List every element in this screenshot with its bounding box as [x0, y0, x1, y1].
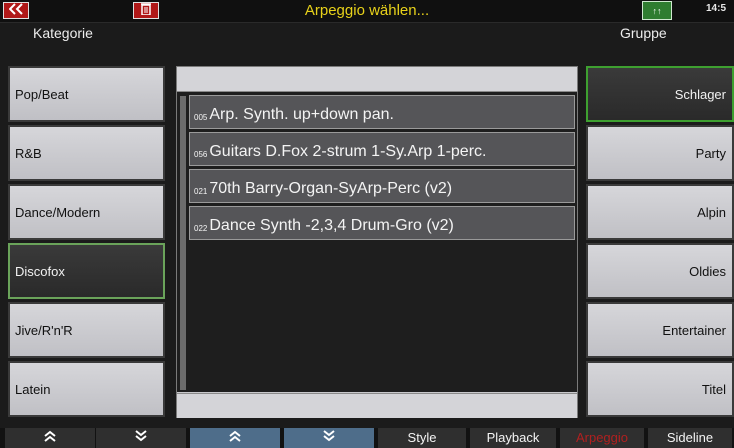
page-title: Arpeggio wählen... [304, 2, 430, 19]
bottom-bar: Style Playback Arpeggio Sideline [0, 428, 734, 448]
category-discofox[interactable]: Discofox [8, 243, 165, 299]
trash-icon [141, 3, 151, 18]
playback-button[interactable]: Playback [470, 428, 556, 448]
group-header: Gruppe [620, 25, 667, 41]
style-button[interactable]: Style [378, 428, 466, 448]
category-dance-modern[interactable]: Dance/Modern [8, 184, 165, 240]
list-item[interactable]: 005 Arp. Synth. up+down pan. [189, 95, 575, 129]
registration-status-icon[interactable]: ↑↑ [642, 1, 672, 20]
group-party[interactable]: Party [586, 125, 734, 181]
group-oldies[interactable]: Oldies [586, 243, 734, 299]
group-titel[interactable]: Titel [586, 361, 734, 417]
list-scroll-down-button[interactable] [284, 428, 374, 448]
double-chevron-up-icon [228, 430, 242, 445]
arpeggio-list-panel: 005 Arp. Synth. up+down pan. 056 Guitars… [176, 66, 578, 418]
category-jive-rnr[interactable]: Jive/R'n'R [8, 302, 165, 358]
group-schlager[interactable]: Schlager [586, 66, 734, 122]
category-scroll-down-button[interactable] [96, 428, 186, 448]
arpeggio-button[interactable]: Arpeggio [560, 428, 644, 448]
sideline-button[interactable]: Sideline [648, 428, 732, 448]
double-chevron-down-icon [134, 430, 148, 445]
double-chevron-left-icon [8, 3, 23, 18]
delete-button[interactable] [133, 2, 159, 19]
category-pop-beat[interactable]: Pop/Beat [8, 66, 165, 122]
top-bar: Arpeggio wählen... ↑↑ 14:5 [0, 0, 734, 23]
clock: 14:5 [706, 3, 727, 14]
category-scroll-up-button[interactable] [5, 428, 95, 448]
list-item[interactable]: 021 70th Barry-Organ-SyArp-Perc (v2) [189, 169, 575, 203]
category-latein[interactable]: Latein [8, 361, 165, 417]
list-item[interactable]: 056 Guitars D.Fox 2-strum 1-Sy.Arp 1-per… [189, 132, 575, 166]
list-footer [177, 393, 577, 418]
arpeggio-list[interactable]: 005 Arp. Synth. up+down pan. 056 Guitars… [177, 92, 577, 392]
scrollbar[interactable] [180, 96, 186, 390]
list-scroll-up-button[interactable] [190, 428, 280, 448]
double-chevron-up-icon [43, 430, 57, 445]
double-chevron-down-icon [322, 430, 336, 445]
list-header [177, 67, 577, 92]
category-header: Kategorie [33, 25, 93, 41]
category-rnb[interactable]: R&B [8, 125, 165, 181]
group-alpin[interactable]: Alpin [586, 184, 734, 240]
list-item[interactable]: 022 Dance Synth -2,3,4 Drum-Gro (v2) [189, 206, 575, 240]
group-entertainer[interactable]: Entertainer [586, 302, 734, 358]
back-button[interactable] [3, 2, 29, 19]
